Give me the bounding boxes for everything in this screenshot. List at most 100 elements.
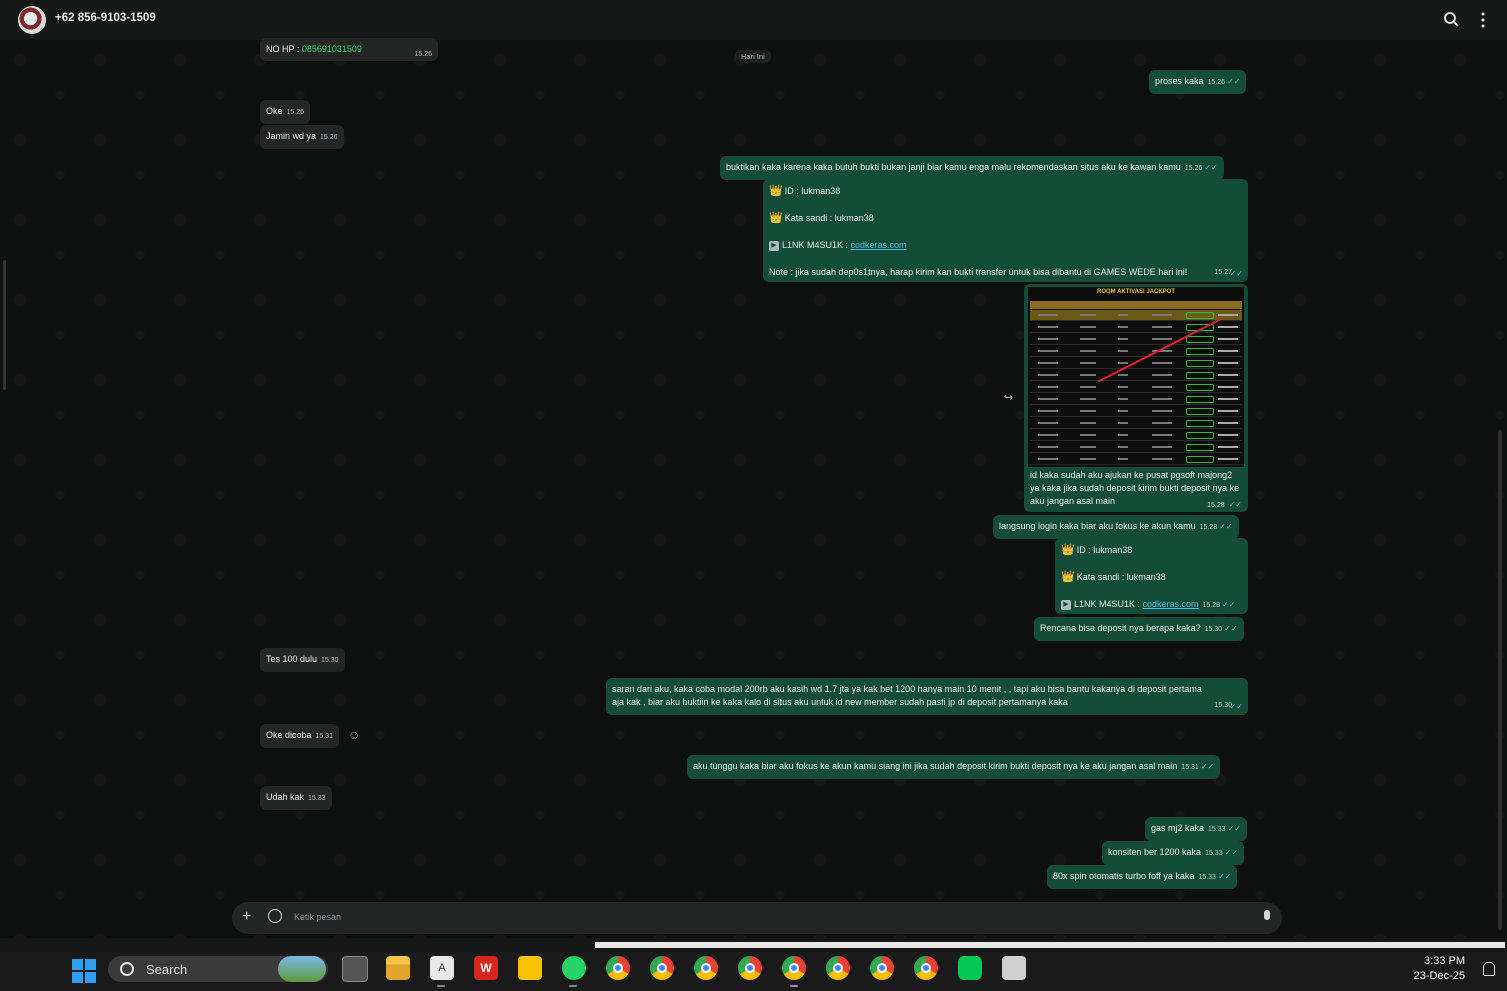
message-incoming[interactable]: NO HP : 085691031509 15.26 [260, 38, 438, 61]
emoji-react-icon[interactable]: ☺ [348, 728, 360, 742]
message-text: konsiten ber 1200 kaka [1108, 847, 1202, 857]
message-text: Jamin wd ya [266, 131, 317, 141]
file-explorer-icon[interactable] [386, 956, 410, 980]
message-outgoing[interactable]: saran dari aku, kaka coba modal 200rb ak… [606, 678, 1248, 715]
message-time: 15.30 [321, 657, 339, 664]
wps-office-icon[interactable]: W [474, 956, 498, 980]
message-incoming[interactable]: Udah kak 15.33 [260, 786, 332, 810]
message-line: ID : lukman38 [784, 186, 841, 196]
chrome-profile-icon[interactable] [738, 956, 762, 980]
task-view-icon[interactable] [342, 956, 368, 982]
phone-number[interactable]: 085691031509 [302, 44, 362, 54]
message-line: ID : lukman38 [1076, 545, 1133, 555]
message-incoming[interactable]: Jamin wd ya 15.26 [260, 125, 344, 149]
taskbar-search[interactable]: Search [108, 956, 328, 982]
image-table-header [1030, 301, 1242, 309]
play-icon: ▶ [769, 240, 779, 251]
sticky-notes-icon[interactable] [518, 956, 542, 980]
message-line: Kata sandi : lukman38 [1076, 572, 1166, 582]
chrome-profile-icon[interactable] [826, 956, 850, 980]
chrome-profile-icon[interactable] [870, 956, 894, 980]
left-scrollbar[interactable] [3, 260, 6, 390]
read-receipt-icon: ✓✓ [1228, 500, 1242, 509]
forward-icon[interactable]: ↪ [1004, 391, 1013, 404]
message-outgoing[interactable]: 80x spin otomatis turbo foff ya kaka 15.3… [1047, 865, 1238, 889]
message-outgoing[interactable]: 👑 ID : lukman38 👑 Kata sandi : lukman38 ▶ L… [1055, 538, 1248, 614]
windows-start-icon[interactable] [72, 959, 96, 983]
message-outgoing[interactable]: Rencana bisa deposit nya berapa kaka? 15.… [1034, 617, 1244, 641]
background-window-edge [595, 942, 1505, 948]
image-table-row [1030, 418, 1242, 429]
image-attachment[interactable]: ROOM AKTIVASI JACKPOT [1028, 287, 1244, 467]
message-line: Note : jika sudah dep0s1tnya, harap kiri… [769, 267, 1188, 277]
message-text: proses kaka [1155, 76, 1204, 86]
contact-avatar[interactable] [18, 6, 46, 34]
message-outgoing-image[interactable]: ROOM AKTIVASI JACKPOT id kaka sudah aku … [1024, 284, 1248, 512]
message-time: 15.33 [1198, 874, 1216, 881]
emoji-icon[interactable] [268, 909, 282, 923]
chrome-profile-icon[interactable] [606, 956, 630, 980]
image-table-row [1030, 406, 1242, 417]
contact-name[interactable]: +62 856-9103-1509 [55, 12, 156, 24]
read-receipt-icon: ✓✓ [1217, 872, 1232, 881]
message-text: Rencana bisa deposit nya berapa kaka? [1040, 623, 1201, 633]
read-receipt-icon: ✓✓ [1229, 269, 1243, 278]
search-icon[interactable] [1442, 10, 1462, 30]
app-icon[interactable] [1002, 956, 1026, 980]
system-clock[interactable]: 3:33 PM 23-Dec-25 [1414, 954, 1465, 984]
message-text: Udah kak [266, 792, 305, 802]
more-vertical-icon[interactable] [1473, 10, 1493, 30]
message-time: 15.28 ✓✓ [1207, 500, 1242, 509]
image-table-row [1030, 430, 1242, 441]
message-outgoing[interactable]: gas mj2 kaka 15.33 ✓✓ [1145, 817, 1247, 841]
message-time: 15.33 [308, 795, 326, 802]
chrome-profile-icon[interactable] [650, 956, 674, 980]
message-time: 15.28 [1202, 602, 1221, 609]
message-incoming[interactable]: Oke 15.26 [260, 100, 311, 124]
chrome-profile-icon[interactable] [782, 956, 806, 980]
crown-icon: 👑 [769, 212, 783, 224]
message-link[interactable]: codkeras.com [851, 240, 907, 250]
message-time: 15.26 [286, 109, 305, 116]
chat-scrollbar[interactable] [1498, 430, 1502, 930]
read-receipt-icon: ✓✓ [1224, 624, 1238, 633]
message-input[interactable]: Ketik pesan [294, 912, 341, 922]
crown-icon: 👑 [1061, 571, 1075, 583]
clock-time: 3:33 PM [1424, 955, 1465, 967]
clock-date: 23-Dec-25 [1413, 970, 1465, 982]
message-outgoing[interactable]: konsiten ber 1200 kaka 15.33 ✓✓ [1102, 841, 1245, 865]
message-link[interactable]: codkeras.com [1143, 599, 1199, 609]
text-editor-icon[interactable]: A [430, 956, 454, 980]
message-outgoing[interactable]: langsung login kaka biar aku fokus ke ak… [993, 515, 1239, 539]
image-title: ROOM AKTIVASI JACKPOT [1096, 289, 1175, 295]
message-time: 15.33 [1208, 826, 1226, 833]
message-text: gas mj2 kaka [1151, 823, 1205, 833]
notification-bell-icon[interactable] [1483, 962, 1495, 976]
read-receipt-icon: ✓✓ [1222, 600, 1236, 609]
message-line: saran dari aku, kaka coba modal 200rb ak… [612, 684, 1202, 694]
search-highlight-image [278, 956, 326, 982]
image-table-row [1030, 370, 1242, 381]
message-outgoing[interactable]: buktikan kaka karena kaka butuh bukti bu… [720, 156, 1224, 180]
microphone-icon[interactable] [1264, 910, 1270, 920]
chrome-profile-icon[interactable] [914, 956, 938, 980]
message-time: 15.26 [1207, 79, 1226, 86]
message-incoming[interactable]: Tes 100 dulu 15.30 [260, 648, 345, 672]
image-table-row [1030, 334, 1242, 345]
message-outgoing[interactable]: aku tunggu kaka biar aku fokus ke akun k… [687, 755, 1221, 779]
search-icon [120, 962, 134, 976]
message-incoming[interactable]: Oke dicoba 15.31 [260, 724, 340, 748]
message-outgoing[interactable]: proses kaka 15.26 ✓✓ [1149, 70, 1247, 94]
line-app-icon[interactable] [958, 956, 982, 980]
message-line: L1NK M4SU1K : [1074, 599, 1143, 609]
play-icon: ▶ [1061, 599, 1071, 610]
image-table-row [1030, 310, 1242, 321]
message-text: Oke [266, 106, 283, 116]
whatsapp-icon[interactable] [562, 956, 586, 980]
message-time: 15.26 [414, 51, 432, 58]
image-table-row [1030, 382, 1242, 393]
chrome-profile-icon[interactable] [694, 956, 718, 980]
message-outgoing[interactable]: 👑 ID : lukman38 👑 Kata sandi : lukman38 ▶ L… [763, 179, 1248, 282]
message-text: buktikan kaka karena kaka butuh bukti bu… [726, 162, 1181, 172]
attach-plus-icon[interactable]: + [242, 908, 251, 926]
